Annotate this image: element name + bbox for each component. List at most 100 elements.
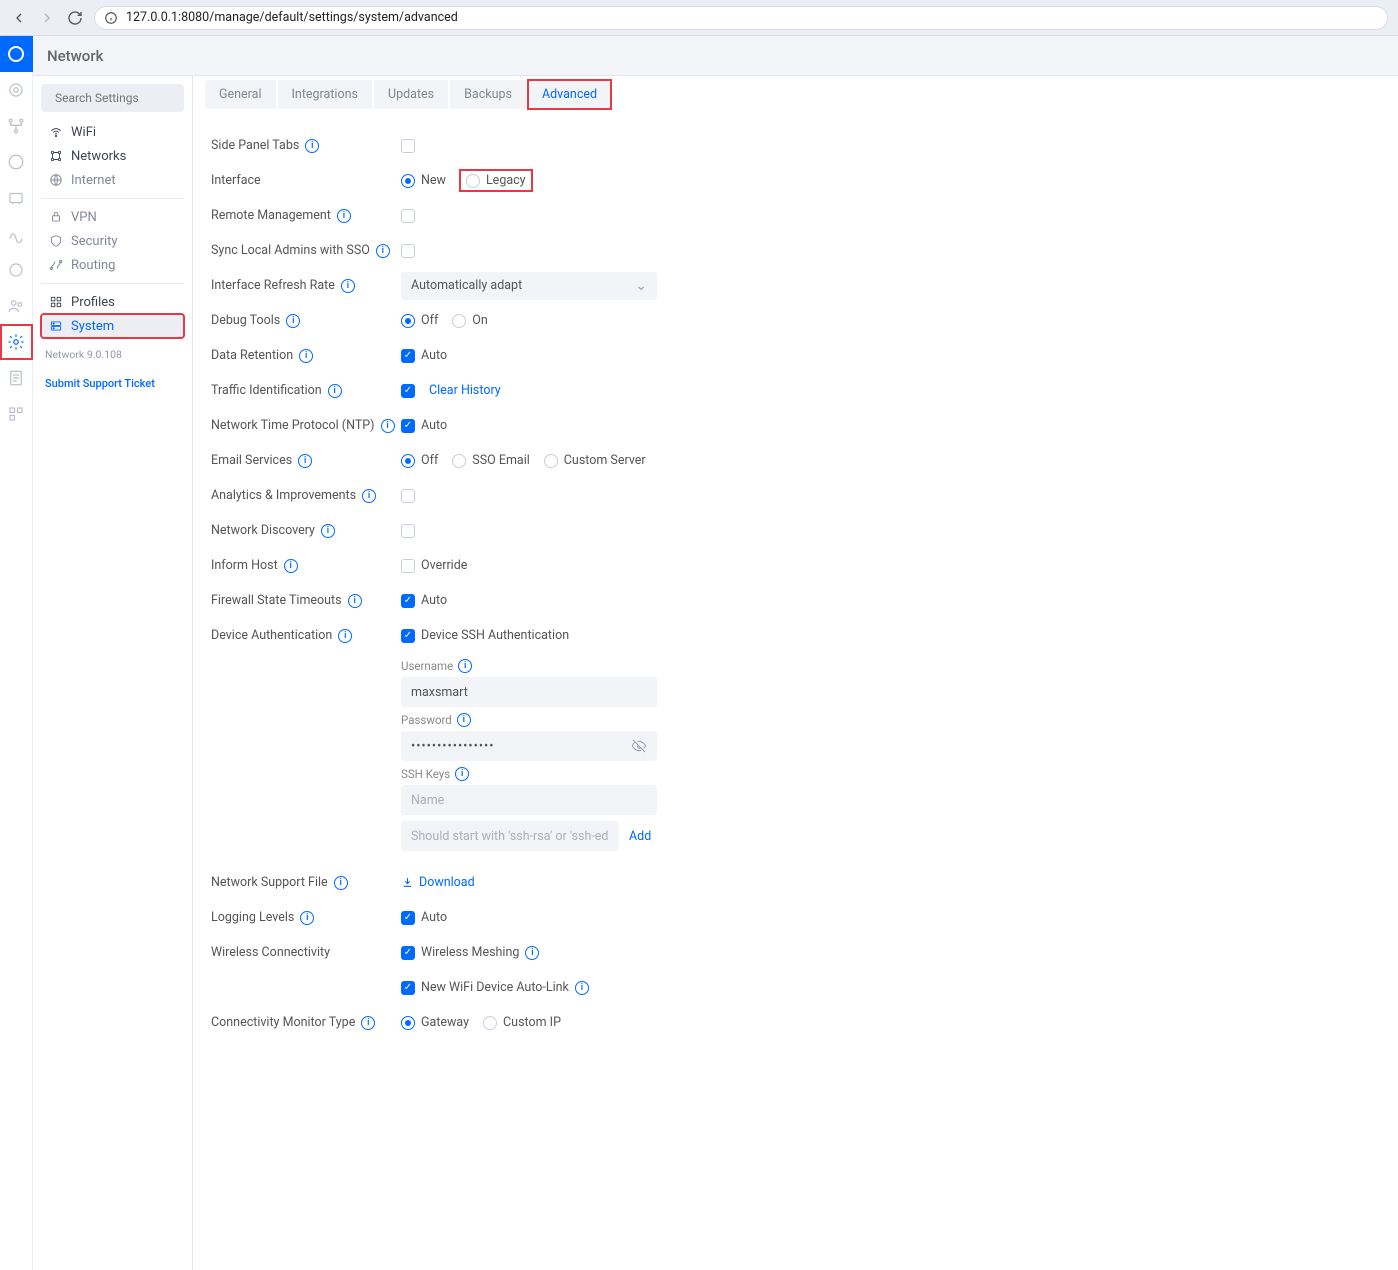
settings-sidebar: WiFi Networks Internet VPN Security Rout… (33, 76, 193, 1270)
checkbox-wireless-meshing[interactable]: Wireless Meshing (401, 945, 539, 960)
radio-interface-legacy[interactable]: Legacy (460, 170, 532, 191)
info-icon[interactable] (348, 594, 362, 608)
label-data-retention: Data Retention (211, 348, 401, 363)
info-icon[interactable] (328, 384, 342, 398)
address-bar[interactable]: 127.0.0.1:8080/manage/default/settings/s… (94, 6, 1388, 30)
info-icon[interactable] (458, 659, 472, 673)
rail-ports-icon[interactable] (0, 180, 33, 216)
tab-integrations[interactable]: Integrations (278, 80, 372, 109)
label-logging: Logging Levels (211, 910, 401, 925)
input-username[interactable] (401, 677, 657, 707)
label-support-file: Network Support File (211, 875, 401, 890)
rail-users-icon[interactable] (0, 288, 33, 324)
back-button[interactable] (10, 9, 28, 27)
radio-monitor-custom[interactable]: Custom IP (483, 1015, 561, 1030)
search-input[interactable] (55, 91, 211, 105)
sidebar-item-wifi[interactable]: WiFi (41, 120, 184, 144)
info-icon[interactable] (337, 209, 351, 223)
link-add-sshkey[interactable]: Add (629, 829, 651, 844)
checkbox-discovery[interactable] (401, 524, 415, 538)
info-icon[interactable] (341, 279, 355, 293)
radio-debug-on[interactable]: On (452, 313, 488, 328)
sidebar-item-vpn[interactable]: VPN (41, 205, 184, 229)
select-refresh-rate[interactable]: Automatically adapt (401, 272, 657, 300)
sidebar-item-profiles[interactable]: Profiles (41, 290, 184, 314)
info-icon[interactable] (381, 419, 395, 433)
rail-logs-icon[interactable] (0, 360, 33, 396)
info-icon[interactable] (361, 1016, 375, 1030)
tab-updates[interactable]: Updates (374, 80, 448, 109)
info-icon[interactable] (455, 767, 469, 781)
info-icon[interactable] (299, 349, 313, 363)
support-link[interactable]: Submit Support Ticket (37, 365, 188, 394)
checkbox-inform-host-override[interactable]: Override (401, 558, 467, 573)
rail-devices-icon[interactable] (0, 144, 33, 180)
checkbox-wifi-autolink[interactable]: New WiFi Device Auto-Link (401, 980, 589, 995)
info-icon[interactable] (457, 713, 471, 727)
rail-dashboard-icon[interactable] (0, 72, 33, 108)
reload-button[interactable] (66, 9, 84, 27)
checkbox-analytics[interactable] (401, 489, 415, 503)
info-icon[interactable] (525, 946, 539, 960)
info-icon[interactable] (284, 559, 298, 573)
version-text: Network 9.0.108 (37, 344, 188, 365)
link-clear-history[interactable]: Clear History (429, 383, 501, 398)
search-input-wrap[interactable] (41, 84, 184, 112)
sidebar-item-routing[interactable]: Routing (41, 253, 184, 277)
rail-radio-icon[interactable] (0, 216, 33, 252)
checkbox-side-panel-tabs[interactable] (401, 139, 415, 153)
label-wireless: Wireless Connectivity (211, 945, 401, 960)
checkbox-data-retention-auto[interactable]: Auto (401, 348, 447, 363)
input-sshkey-name[interactable] (401, 785, 657, 815)
forward-button[interactable] (38, 9, 56, 27)
label-email-services: Email Services (211, 453, 401, 468)
label-side-panel-tabs: Side Panel Tabs (211, 138, 401, 153)
rail-topology-icon[interactable] (0, 108, 33, 144)
input-password[interactable] (411, 739, 570, 754)
checkbox-sync-sso[interactable] (401, 244, 415, 258)
checkbox-logging-auto[interactable]: Auto (401, 910, 447, 925)
info-icon[interactable] (376, 244, 390, 258)
radio-monitor-gateway[interactable]: Gateway (401, 1015, 469, 1030)
info-icon[interactable] (575, 981, 589, 995)
label-inform-host: Inform Host (211, 558, 401, 573)
rail-apps-icon[interactable] (0, 396, 33, 432)
info-icon[interactable] (338, 629, 352, 643)
sidebar-item-networks[interactable]: Networks (41, 144, 184, 168)
label-password: Password (401, 713, 1386, 727)
rail-alerts-icon[interactable] (0, 252, 33, 288)
checkbox-firewall-auto[interactable]: Auto (401, 593, 447, 608)
radio-email-sso[interactable]: SSO Email (452, 453, 530, 468)
tab-backups[interactable]: Backups (450, 80, 526, 109)
radio-debug-off[interactable]: Off (401, 313, 438, 328)
radio-interface-new[interactable]: New (401, 173, 446, 188)
label-ntp: Network Time Protocol (NTP) (211, 418, 401, 433)
tab-general[interactable]: General (205, 80, 276, 109)
info-icon[interactable] (334, 876, 348, 890)
sidebar-item-system[interactable]: System (41, 314, 184, 338)
page-title: Network (47, 47, 103, 65)
info-icon[interactable] (300, 911, 314, 925)
info-icon[interactable] (305, 139, 319, 153)
label-username: Username (401, 659, 1386, 673)
tab-advanced[interactable]: Advanced (528, 80, 611, 109)
radio-email-custom[interactable]: Custom Server (544, 453, 646, 468)
checkbox-traffic-id[interactable] (401, 384, 415, 398)
label-discovery: Network Discovery (211, 523, 401, 538)
info-icon[interactable] (321, 524, 335, 538)
sidebar-item-internet[interactable]: Internet (41, 168, 184, 192)
link-download-support-file[interactable]: Download (401, 875, 475, 890)
app-logo[interactable] (0, 36, 33, 72)
rail-settings-icon[interactable] (0, 324, 33, 360)
input-password-wrap[interactable] (401, 731, 657, 761)
info-icon[interactable] (298, 454, 312, 468)
checkbox-remote-management[interactable] (401, 209, 415, 223)
info-icon[interactable] (286, 314, 300, 328)
checkbox-ntp-auto[interactable]: Auto (401, 418, 447, 433)
checkbox-device-ssh-auth[interactable]: Device SSH Authentication (401, 628, 569, 643)
input-sshkey-value[interactable] (401, 821, 619, 851)
info-icon[interactable] (362, 489, 376, 503)
sidebar-item-security[interactable]: Security (41, 229, 184, 253)
eye-off-icon[interactable] (631, 738, 647, 754)
radio-email-off[interactable]: Off (401, 453, 438, 468)
